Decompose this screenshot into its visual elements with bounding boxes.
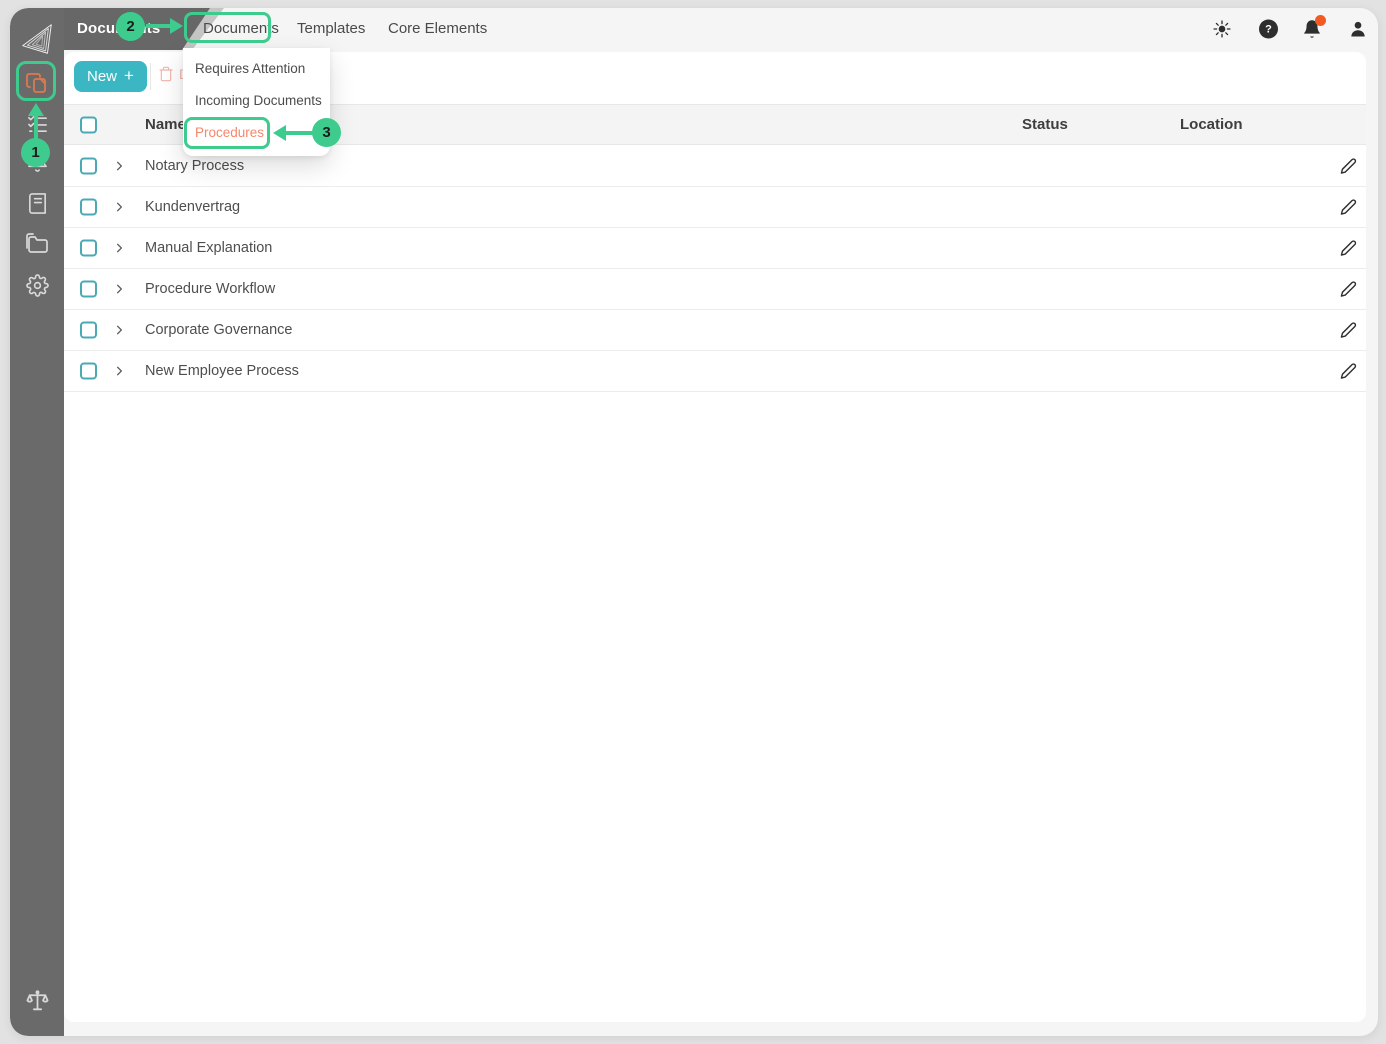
row-checkbox[interactable] (80, 362, 97, 380)
edit-pencil-icon[interactable] (1340, 199, 1357, 216)
row-checkbox[interactable] (80, 239, 97, 257)
annotation-arrow-3 (286, 131, 314, 135)
table-body: Notary Process Kundenvertrag Manual Expl… (64, 146, 1366, 392)
tab-templates[interactable]: Templates (297, 8, 365, 50)
book-icon (28, 192, 46, 214)
trash-icon (159, 66, 173, 82)
gear-icon (25, 273, 49, 297)
table-row[interactable]: Kundenvertrag (64, 187, 1366, 228)
document-name[interactable]: Procedure Workflow (145, 269, 275, 310)
notifications-bell-icon[interactable] (1301, 15, 1326, 40)
step-number: 1 (31, 144, 40, 161)
chevron-right-icon[interactable] (112, 282, 127, 297)
table-row[interactable]: New Employee Process (64, 351, 1366, 392)
column-header-status: Status (1022, 116, 1068, 133)
new-button[interactable]: New + (74, 61, 147, 92)
chevron-right-icon[interactable] (112, 241, 127, 256)
row-checkbox[interactable] (80, 157, 97, 175)
scales-icon (26, 989, 48, 1010)
annotation-arrowhead-2 (170, 18, 183, 34)
notification-dot (1315, 15, 1326, 26)
table-row[interactable]: Manual Explanation (64, 228, 1366, 269)
annotation-box-sidebar-documents (16, 61, 56, 101)
document-name[interactable]: New Employee Process (145, 351, 299, 392)
document-name[interactable]: Corporate Governance (145, 310, 293, 351)
step-number: 3 (322, 124, 331, 141)
edit-pencil-icon[interactable] (1340, 158, 1357, 175)
chevron-right-icon[interactable] (112, 323, 127, 338)
select-all-checkbox[interactable] (80, 116, 97, 133)
column-header-location: Location (1180, 116, 1243, 133)
content-card: New+ Delete Name Status Location Notary … (64, 52, 1366, 1022)
plus-icon: + (124, 66, 134, 85)
sidebar-item-journal[interactable] (24, 190, 50, 216)
user-profile-icon[interactable] (1348, 19, 1368, 39)
chevron-right-icon[interactable] (112, 159, 127, 174)
new-button-label: New (87, 68, 118, 85)
row-checkbox[interactable] (80, 280, 97, 298)
step-number: 2 (126, 18, 135, 35)
app-window: Documents Documents Templates Core Eleme… (10, 8, 1378, 1036)
menu-item-requires-attention[interactable]: Requires Attention (195, 57, 305, 81)
sidebar-item-folders[interactable] (24, 230, 50, 256)
theme-sun-icon[interactable] (1212, 19, 1232, 39)
chevron-right-icon[interactable] (112, 200, 127, 215)
edit-pencil-icon[interactable] (1340, 281, 1357, 298)
row-checkbox[interactable] (80, 321, 97, 339)
annotation-box-documents-tab (184, 12, 271, 43)
toolbar-divider (150, 63, 151, 90)
sidebar-item-legal[interactable] (24, 988, 50, 1014)
annotation-arrow-2 (146, 24, 172, 28)
help-glyph: ? (1265, 23, 1272, 35)
edit-pencil-icon[interactable] (1340, 240, 1357, 257)
document-name[interactable]: Kundenvertrag (145, 187, 240, 228)
annotation-arrowhead-3 (273, 125, 286, 141)
help-icon[interactable]: ? (1259, 19, 1278, 39)
tab-core-elements[interactable]: Core Elements (388, 8, 487, 50)
annotation-step-1: 1 (21, 138, 50, 167)
row-checkbox[interactable] (80, 198, 97, 216)
document-name[interactable]: Manual Explanation (145, 228, 272, 269)
chevron-right-icon[interactable] (112, 364, 127, 379)
edit-pencil-icon[interactable] (1340, 322, 1357, 339)
table-row[interactable]: Corporate Governance (64, 310, 1366, 351)
annotation-step-3: 3 (312, 118, 341, 147)
menu-item-incoming-documents[interactable]: Incoming Documents (195, 89, 322, 113)
table-row[interactable]: Procedure Workflow (64, 269, 1366, 310)
edit-pencil-icon[interactable] (1340, 363, 1357, 380)
sidebar-item-settings[interactable] (24, 272, 50, 298)
annotation-step-2: 2 (116, 12, 145, 41)
app-logo-icon (18, 20, 56, 58)
column-header-name: Name (145, 116, 186, 133)
annotation-box-procedures (184, 117, 270, 149)
folder-icon (26, 233, 48, 253)
